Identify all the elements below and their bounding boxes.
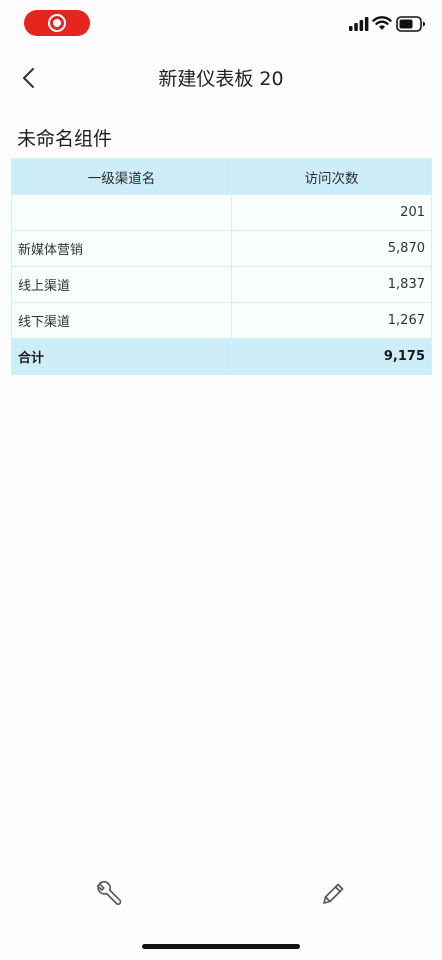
cell-channel: 新媒体营销	[11, 230, 232, 267]
column-header-channel[interactable]: 一级渠道名	[11, 158, 232, 195]
home-indicator[interactable]	[142, 944, 300, 949]
cellular-signal-icon	[349, 17, 369, 31]
cell-visits: 5,870	[231, 230, 432, 267]
cell-visits: 201	[231, 194, 432, 231]
column-header-visits[interactable]: 访问次数	[231, 158, 432, 195]
screen-record-indicator[interactable]	[24, 10, 90, 36]
wrench-icon	[96, 880, 122, 905]
status-bar	[0, 0, 442, 48]
wifi-icon	[372, 16, 392, 30]
table-total-row: 合计 9,175	[11, 338, 432, 375]
cell-channel: 线上渠道	[11, 266, 232, 303]
total-visits: 9,175	[231, 338, 432, 375]
table-row[interactable]: 新媒体营销 5,870	[11, 230, 432, 267]
page-title: 新建仪表板 20	[158, 68, 284, 90]
total-label: 合计	[11, 338, 232, 375]
table-row[interactable]: 201	[11, 194, 432, 231]
data-table: 一级渠道名 访问次数 201 新媒体营销 5,870 线上渠道 1,837 线下…	[11, 158, 432, 375]
nav-bar: 新建仪表板 20	[0, 52, 442, 104]
cell-visits: 1,267	[231, 302, 432, 339]
edit-button[interactable]	[318, 879, 348, 909]
cell-visits: 1,837	[231, 266, 432, 303]
cell-channel	[11, 194, 232, 231]
cell-channel: 线下渠道	[11, 302, 232, 339]
battery-icon	[396, 16, 425, 32]
screen-record-icon	[48, 14, 66, 32]
table-header-row: 一级渠道名 访问次数	[11, 158, 432, 195]
table-row[interactable]: 线上渠道 1,837	[11, 266, 432, 303]
widget-title: 未命名组件	[17, 128, 113, 150]
settings-button[interactable]	[94, 879, 124, 909]
pencil-icon	[323, 883, 344, 904]
table-row[interactable]: 线下渠道 1,267	[11, 302, 432, 339]
